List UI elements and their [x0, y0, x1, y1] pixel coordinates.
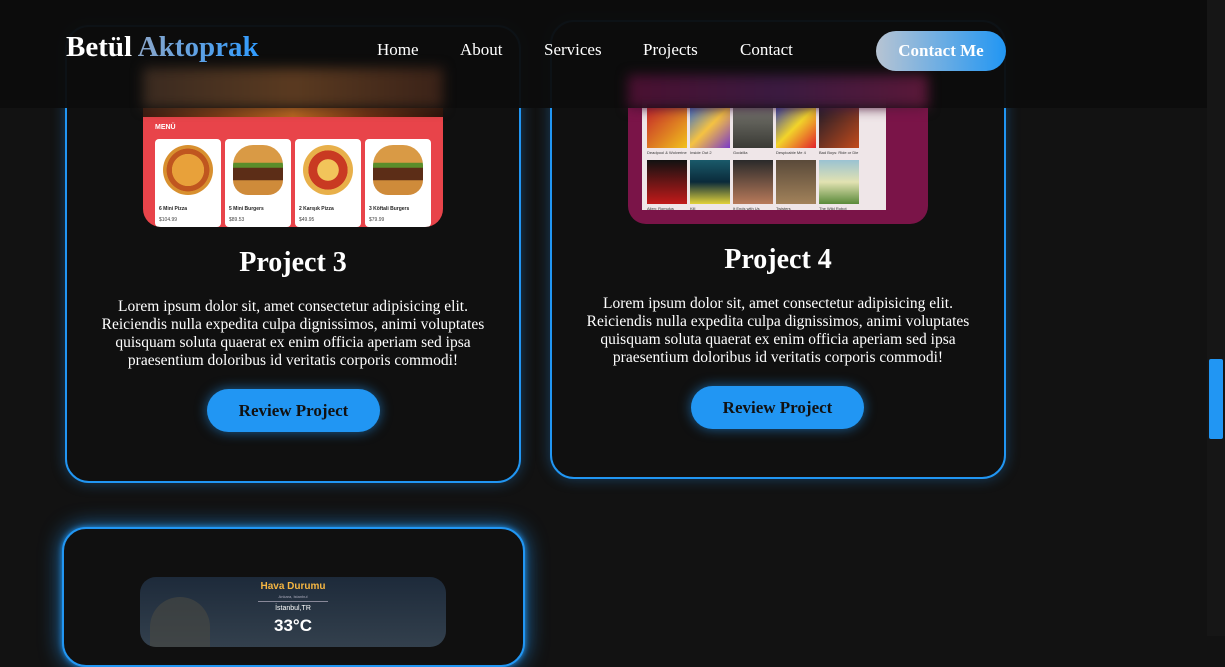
project-4-title: Project 4: [724, 244, 832, 275]
weather-title: Hava Durumu: [260, 581, 326, 592]
movie-title: Godzilla: [733, 150, 748, 155]
weather-city: İstanbul,TR: [275, 605, 311, 612]
nav-services[interactable]: Services: [544, 41, 602, 58]
project-3-preview: MENÜ 6 Mini Pizza $104.99 5 Mini Burgers…: [143, 97, 443, 227]
menu-item-price: $89.53: [229, 217, 245, 223]
menu-item: 6 Mini Pizza $104.99: [155, 139, 221, 227]
menu-item-name: 6 Mini Pizza: [159, 206, 188, 212]
review-project-3-button[interactable]: Review Project: [207, 389, 380, 432]
menu-item-name: 5 Mini Burgers: [229, 206, 264, 212]
movie-title: Bad Boys: Ride or Die: [819, 150, 859, 155]
logo[interactable]: Betül Aktoprak: [66, 33, 259, 62]
movie-poster: [733, 160, 773, 204]
menu-item-price: $49.95: [299, 217, 315, 223]
movie-poster: [647, 160, 687, 204]
menu-item: 2 Karışık Pizza $49.95: [295, 139, 361, 227]
project-4-preview: Deadpool & Wolverine Inside Out 2 Godzil…: [628, 98, 928, 224]
movie-poster: [733, 104, 773, 148]
scrollbar-thumb[interactable]: [1209, 359, 1223, 439]
movie-title: Twisters: [776, 206, 791, 211]
movie-title: Inside Out 2: [690, 150, 712, 155]
logo-first-name: Betül: [66, 31, 133, 63]
menu-item-name: 3 Köftali Burgers: [369, 206, 410, 212]
movie-title: Alien: Romulus: [647, 206, 674, 211]
burger-image: [373, 145, 423, 195]
project-3-title: Project 3: [239, 247, 347, 278]
header-backdrop-blur: [628, 75, 928, 108]
movie-title: It Ends with Us: [733, 206, 760, 211]
menu-item: 5 Mini Burgers $89.53: [225, 139, 291, 227]
burger-image: [233, 145, 283, 195]
menu-item: 3 Köftali Burgers $79.99: [365, 139, 431, 227]
movie-title: Despicable Me 4: [776, 150, 806, 155]
menu-item-name: 2 Karışık Pizza: [299, 206, 334, 212]
logo-last-name: Aktoprak: [137, 31, 259, 63]
project-5-preview: Hava Durumu Ankara, Istanbul İstanbul,TR…: [140, 577, 446, 647]
review-project-4-button[interactable]: Review Project: [691, 386, 864, 429]
menu-item-price: $104.99: [159, 217, 178, 223]
project-4-description: Lorem ipsum dolor sit, amet consectetur …: [586, 295, 970, 366]
movie-poster: [690, 160, 730, 204]
pizza-image: [163, 145, 213, 195]
movie-poster: [776, 160, 816, 204]
movie-title: Deadpool & Wolverine: [647, 150, 687, 155]
movie-grid: Deadpool & Wolverine Inside Out 2 Godzil…: [642, 98, 886, 211]
nav-home[interactable]: Home: [377, 41, 419, 58]
header: Betül Aktoprak Home About Services Proje…: [0, 0, 1207, 108]
movie-poster: [647, 104, 687, 148]
project-3-description: Lorem ipsum dolor sit, amet consectetur …: [101, 298, 485, 369]
header-backdrop-blur: [143, 68, 443, 108]
weather-temperature: 33°C: [274, 616, 312, 635]
nav-contact[interactable]: Contact: [740, 41, 793, 58]
movie-title: Kill: [690, 206, 696, 211]
menu-item-price: $79.99: [369, 217, 385, 223]
nav-projects[interactable]: Projects: [643, 41, 698, 58]
weather-subtitle: Ankara, Istanbul: [278, 594, 308, 599]
pizza-image: [303, 145, 353, 195]
nav-about[interactable]: About: [460, 41, 503, 58]
movie-poster: [819, 104, 859, 148]
movie-poster: [690, 104, 730, 148]
movie-title: The Wild Robot: [819, 206, 847, 211]
scrollbar-track[interactable]: [1207, 0, 1225, 636]
movie-poster: [776, 104, 816, 148]
divider: [258, 601, 328, 602]
movie-poster: [819, 160, 859, 204]
contact-me-button[interactable]: Contact Me: [876, 31, 1006, 71]
menu-section-label: MENÜ: [155, 124, 176, 131]
